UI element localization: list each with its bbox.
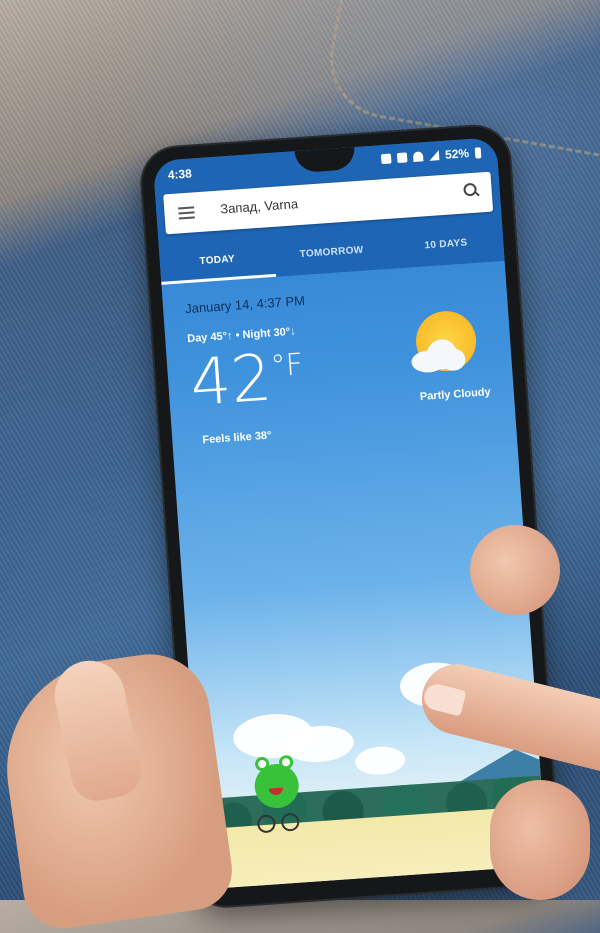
frog-eye <box>278 754 294 770</box>
status-time: 4:38 <box>167 166 193 183</box>
menu-icon[interactable] <box>178 206 195 220</box>
date-time: January 14, 4:37 PM <box>184 292 306 317</box>
bicycle-icon <box>255 812 300 834</box>
temperature-value: 42 <box>187 341 275 421</box>
battery-percent: 52% <box>444 146 470 162</box>
tab-tomorrow[interactable]: TOMORROW <box>273 229 390 277</box>
status-icons: 52% <box>380 145 482 166</box>
condition-label: Partly Cloudy <box>419 386 492 404</box>
tab-10-days[interactable]: 10 DAYS <box>387 221 504 269</box>
feels-like: Feels like 38° <box>201 429 272 447</box>
nfc-icon <box>380 153 392 165</box>
temperature-unit: °F <box>269 347 305 385</box>
right-finger <box>490 780 590 900</box>
frog-mouth <box>268 787 284 796</box>
location-text[interactable]: Запад, Varna <box>220 196 299 216</box>
battery-icon <box>474 146 482 159</box>
right-finger <box>470 525 560 615</box>
frog-eye <box>254 756 270 772</box>
search-icon[interactable] <box>463 183 478 198</box>
tab-today[interactable]: TODAY <box>159 237 276 285</box>
cloud-icon <box>410 338 467 374</box>
current-temperature: 42°F <box>188 339 307 421</box>
wifi-icon <box>412 151 424 162</box>
signal-icon <box>428 150 440 161</box>
vibrate-icon <box>396 152 408 164</box>
